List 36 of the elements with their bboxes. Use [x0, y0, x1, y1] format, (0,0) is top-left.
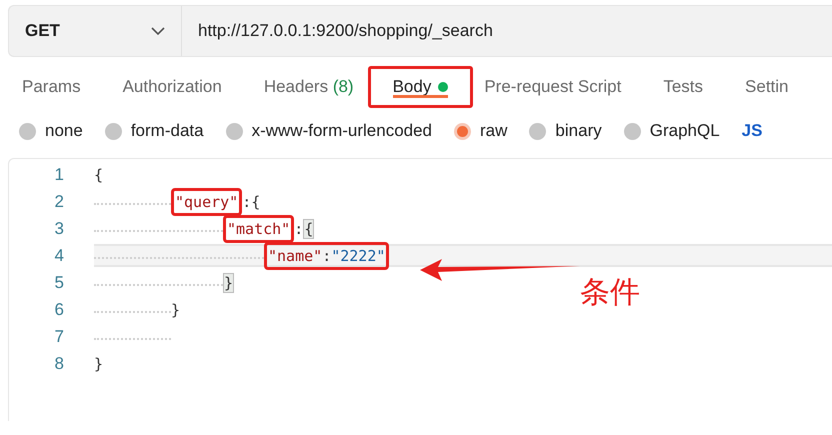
chevron-down-icon [151, 26, 165, 36]
body-type-radio[interactable]: GraphQL [624, 121, 720, 141]
line-number: 3 [54, 218, 64, 238]
matched-bracket: { [303, 218, 314, 238]
line-number: 5 [54, 272, 64, 292]
line-number: 4 [54, 246, 64, 266]
line-number: 6 [54, 300, 64, 320]
line-number: 1 [54, 164, 64, 184]
url-field[interactable]: http://127.0.0.1:9200/shopping/_search [182, 6, 493, 56]
code-token: : [294, 220, 304, 238]
code-token: { [251, 192, 260, 210]
body-type-radio[interactable]: none [19, 121, 83, 141]
request-tab[interactable]: Tests [660, 66, 706, 108]
request-tab[interactable]: Body [368, 66, 474, 108]
code-token: } [171, 300, 180, 318]
body-type-radio[interactable]: x-www-form-urlencoded [226, 121, 432, 141]
line-number: 8 [54, 354, 64, 374]
code-token: : [242, 192, 252, 210]
code-token: } [94, 354, 104, 372]
body-type-radio[interactable]: form-data [104, 121, 204, 141]
request-tab[interactable]: Params [19, 66, 84, 108]
request-tab[interactable]: Pre-request Script [481, 66, 624, 108]
request-tab[interactable]: Headers (8) [260, 66, 357, 108]
body-type-radio[interactable]: raw [454, 121, 508, 141]
code-token: { [94, 166, 104, 184]
annotation-label: 条件 [580, 274, 640, 312]
highlight-box: "name":"2222" [264, 242, 390, 270]
format-dropdown[interactable]: JS [742, 121, 762, 141]
request-tab[interactable]: Settin [742, 66, 792, 108]
request-tab[interactable]: Authorization [120, 66, 225, 108]
body-type-radio[interactable]: binary [529, 121, 602, 141]
highlight-box: "query" [171, 188, 242, 216]
line-number: 7 [54, 326, 64, 346]
method-dropdown[interactable]: GET [9, 6, 182, 56]
matched-bracket: } [223, 272, 234, 292]
line-number: 2 [54, 192, 64, 212]
